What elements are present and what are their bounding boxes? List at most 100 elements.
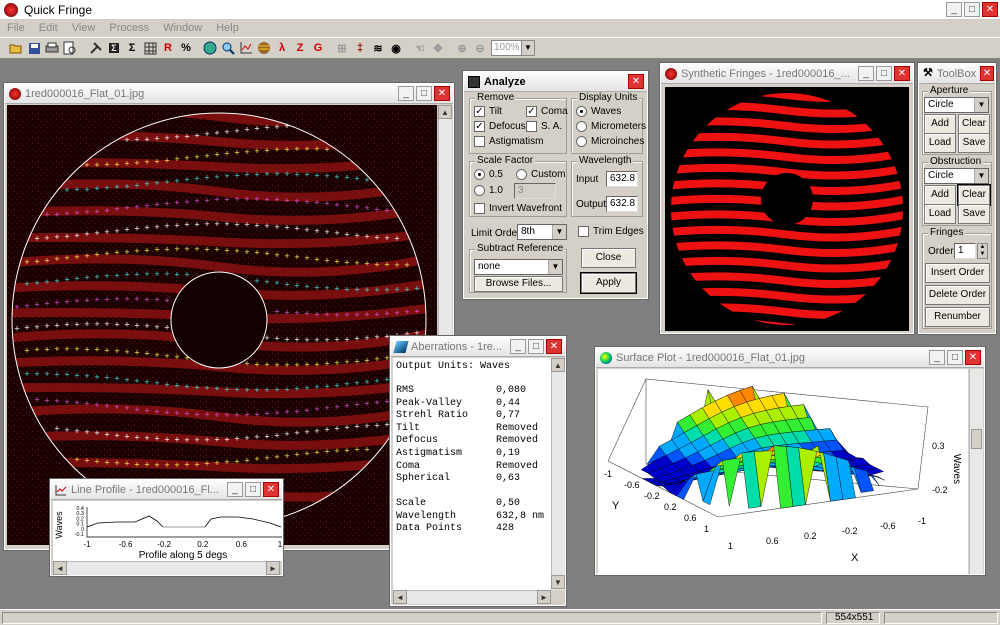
zoom-out-icon[interactable]: ⊖	[472, 40, 488, 56]
scroll-down-arrow[interactable]: ▼	[551, 575, 565, 589]
scroll-right-arrow[interactable]: ►	[537, 590, 551, 604]
surface-title-bar[interactable]: Surface Plot - 1red000016_Flat_01.jpg _ …	[596, 348, 984, 368]
maximize-button[interactable]: □	[245, 482, 261, 497]
hand-icon[interactable]: ☜	[412, 40, 428, 56]
obstruction-shape-select[interactable]: Circle ▼	[924, 168, 989, 184]
fringes-b-icon[interactable]: ‡	[352, 40, 368, 56]
scroll-right-arrow[interactable]: ►	[266, 561, 280, 575]
browse-files-button[interactable]: Browse Files...	[474, 276, 563, 292]
line-profile-horizontal-scrollbar[interactable]: ◄ ►	[53, 561, 280, 575]
invert-wavefront-checkbox[interactable]	[474, 203, 485, 214]
close-button[interactable]: ✕	[965, 350, 981, 365]
maximize-button[interactable]: □	[528, 339, 544, 354]
lambda-icon[interactable]: λ	[274, 40, 290, 56]
menu-help[interactable]: Help	[209, 20, 246, 37]
coma-checkbox[interactable]: ✓	[526, 106, 537, 117]
r-icon[interactable]: R	[160, 40, 176, 56]
micrometers-radio[interactable]	[576, 121, 587, 132]
scroll-left-arrow[interactable]: ◄	[393, 590, 407, 604]
pan-icon[interactable]: ✥	[430, 40, 446, 56]
surface-vertical-scrollbar[interactable]	[969, 369, 983, 574]
app-close-button[interactable]: ✕	[982, 2, 998, 17]
synthetic-fringes-window[interactable]: Synthetic Fringes - 1red000016_... _ □ ✕	[659, 62, 915, 335]
aperture-save-button[interactable]: Save	[958, 133, 990, 153]
fringe-icon[interactable]	[256, 40, 272, 56]
microinches-radio[interactable]	[576, 136, 587, 147]
g-icon[interactable]: G	[310, 40, 326, 56]
minimize-button[interactable]: _	[929, 350, 945, 365]
line-profile-window[interactable]: Line Profile - 1red000016_Fl... _ □ ✕ Wa…	[49, 478, 284, 577]
aperture-icon[interactable]	[202, 40, 218, 56]
maximize-button[interactable]: □	[416, 86, 432, 101]
insert-order-button[interactable]: Insert Order	[925, 263, 990, 283]
menu-edit[interactable]: Edit	[32, 20, 65, 37]
percent-icon[interactable]: %	[178, 40, 194, 56]
minimize-button[interactable]: _	[510, 339, 526, 354]
menu-window[interactable]: Window	[156, 20, 209, 37]
toolbox-close-button[interactable]: ✕	[980, 66, 994, 81]
aperture-clear-button[interactable]: Clear	[958, 114, 990, 134]
save-icon[interactable]	[26, 40, 42, 56]
renumber-button[interactable]: Renumber	[925, 307, 990, 327]
surface-plot-window[interactable]: Surface Plot - 1red000016_Flat_01.jpg _ …	[594, 346, 986, 576]
scale-1.0-radio[interactable]	[474, 185, 485, 196]
limit-order-select[interactable]: 8th ▼	[517, 224, 567, 240]
maximize-button[interactable]: □	[947, 350, 963, 365]
chevron-down-icon[interactable]: ▼	[974, 98, 988, 112]
defocus-checkbox[interactable]: ✓	[474, 121, 485, 132]
maximize-button[interactable]: □	[876, 66, 892, 81]
print-icon[interactable]	[44, 40, 60, 56]
open-icon[interactable]	[8, 40, 24, 56]
plot-icon[interactable]	[238, 40, 254, 56]
apply-button[interactable]: Apply	[580, 272, 637, 294]
app-minimize-button[interactable]: _	[946, 2, 962, 17]
obstruction-add-button[interactable]: Add	[924, 185, 956, 205]
menu-process[interactable]: Process	[102, 20, 156, 37]
order-spinner[interactable]: ▲ ▼	[977, 243, 988, 259]
close-button[interactable]: ✕	[434, 86, 450, 101]
zoom-in-icon[interactable]: ⊕	[454, 40, 470, 56]
analyze-close-button[interactable]: ✕	[628, 74, 644, 89]
chevron-down-icon[interactable]: ▼	[552, 225, 566, 239]
grid-icon[interactable]	[142, 40, 158, 56]
tools-icon[interactable]	[88, 40, 104, 56]
sa-checkbox[interactable]	[526, 121, 537, 132]
aberrations-horizontal-scrollbar[interactable]: ◄ ►	[393, 590, 551, 604]
subtract-reference-select[interactable]: none ▼	[474, 259, 563, 275]
synthetic-title-bar[interactable]: Synthetic Fringes - 1red000016_... _ □ ✕	[661, 64, 913, 84]
aperture-add-button[interactable]: Add	[924, 114, 956, 134]
fringes-d-icon[interactable]: ◉	[388, 40, 404, 56]
obstruction-clear-button[interactable]: Clear	[957, 184, 991, 206]
sigma-icon[interactable]: Σ	[106, 40, 122, 56]
menu-view[interactable]: View	[65, 20, 103, 37]
menu-file[interactable]: File	[0, 20, 32, 37]
astigmatism-checkbox[interactable]	[474, 136, 485, 147]
chevron-down-icon[interactable]: ▼	[521, 41, 534, 55]
aberrations-vertical-scrollbar[interactable]: ▲ ▼	[551, 358, 565, 590]
toolbox-title-bar[interactable]: ⚒ ToolBox ✕	[919, 64, 995, 84]
scroll-up-arrow[interactable]: ▲	[438, 105, 452, 119]
scale-0.5-radio[interactable]	[474, 169, 485, 180]
order-input[interactable]: 1	[954, 243, 976, 259]
custom-scale-input[interactable]: 3	[514, 183, 556, 199]
fringes-c-icon[interactable]: ≋	[370, 40, 386, 56]
aberrations-title-bar[interactable]: Aberrations - 1re... _ □ ✕	[391, 337, 565, 357]
zoom-fringe-icon[interactable]	[220, 40, 236, 56]
aperture-load-button[interactable]: Load	[924, 133, 956, 153]
aperture-shape-select[interactable]: Circle ▼	[924, 97, 989, 113]
aberrations-window[interactable]: Aberrations - 1re... _ □ ✕ Output Units:…	[389, 335, 567, 607]
line-profile-title-bar[interactable]: Line Profile - 1red000016_Fl... _ □ ✕	[51, 480, 282, 500]
chevron-down-icon[interactable]: ▼	[974, 169, 988, 183]
toolbox-window[interactable]: ⚒ ToolBox ✕ Aperture Circle ▼ Add Clear …	[917, 62, 997, 335]
obstruction-load-button[interactable]: Load	[924, 204, 956, 224]
app-maximize-button[interactable]: □	[964, 2, 980, 17]
chevron-down-icon[interactable]: ▼	[548, 260, 562, 274]
analyze-dialog[interactable]: Analyze ✕ Remove ✓ Tilt ✓ Coma ✓ Defocus…	[462, 70, 649, 300]
waves-radio[interactable]	[576, 106, 587, 117]
obstruction-save-button[interactable]: Save	[958, 204, 990, 224]
scroll-thumb[interactable]	[971, 429, 982, 449]
wavelength-output-field[interactable]: 632.8	[606, 196, 638, 212]
scroll-left-arrow[interactable]: ◄	[53, 561, 67, 575]
close-button[interactable]: ✕	[894, 66, 910, 81]
fringes-a-icon[interactable]: ⊞	[334, 40, 350, 56]
